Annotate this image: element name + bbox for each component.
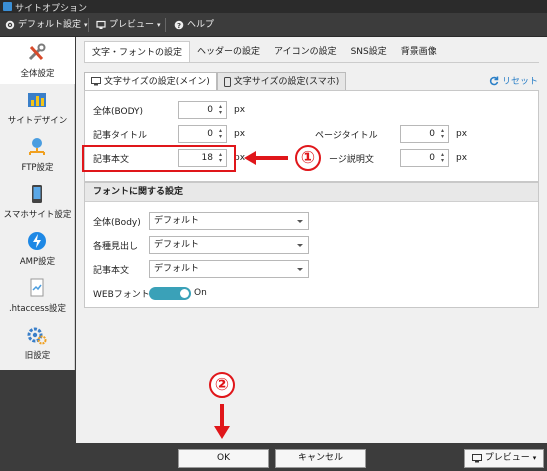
- web-font-label: WEBフォント: [93, 289, 150, 300]
- app-icon: [3, 2, 12, 11]
- sub-tab-bar: 文字サイズの設定(メイン) 文字サイズの設定(スマホ): [84, 72, 347, 91]
- body-size-label: 全体(BODY): [93, 106, 144, 117]
- sidebar-item-amp[interactable]: AMP設定: [0, 225, 75, 272]
- font-article-select[interactable]: デフォルト: [149, 260, 309, 278]
- refresh-icon: [489, 76, 499, 85]
- tab-bar: 文字・フォントの設定 ヘッダーの設定 アイコンの設定 SNS設定 背景画像: [84, 41, 444, 63]
- cancel-button[interactable]: キャンセル: [275, 449, 366, 468]
- monitor-icon: [471, 454, 482, 463]
- tab-background[interactable]: 背景画像: [394, 41, 444, 63]
- footer-preview-button[interactable]: プレビュー ▾: [464, 449, 544, 468]
- chevron-down-icon: ▾: [84, 21, 88, 29]
- chevron-down-icon: [297, 220, 303, 223]
- monitor-icon: [91, 77, 101, 86]
- font-settings-heading: フォントに関する設定: [85, 183, 538, 202]
- svg-text:?: ?: [177, 22, 181, 30]
- sub-tab-main[interactable]: 文字サイズの設定(メイン): [84, 72, 217, 91]
- article-title-size-label: 記事タイトル: [93, 130, 148, 141]
- sidebar-item-ftp[interactable]: FTP設定: [0, 131, 75, 178]
- toolbar: デフォルト設定 ▾ プレビュー ▾ ? ヘルプ: [0, 13, 547, 37]
- body-size-stepper[interactable]: 0 ▴ ▾: [178, 101, 227, 119]
- help-label: ヘルプ: [187, 20, 215, 30]
- sidebar-item-legacy[interactable]: 旧設定: [0, 319, 75, 366]
- tab-icon[interactable]: アイコンの設定: [267, 41, 344, 63]
- page-desc-size-label: ージ説明文: [329, 154, 374, 165]
- sub-tab-smartphone[interactable]: 文字サイズの設定(スマホ): [216, 72, 347, 91]
- preview-label: プレビュー: [109, 20, 155, 30]
- page-title-size-stepper[interactable]: 0 ▴ ▾: [400, 125, 449, 143]
- web-font-state: On: [194, 288, 207, 298]
- title-bar: サイトオプション: [0, 0, 547, 14]
- stepper-arrows-icon: ▴ ▾: [440, 151, 444, 164]
- reset-button[interactable]: リセット: [489, 74, 538, 87]
- gear-icon: [27, 327, 47, 345]
- network-icon: [29, 138, 45, 155]
- arrow-left-icon: [244, 151, 288, 165]
- default-settings-button[interactable]: デフォルト設定 ▾: [5, 17, 88, 33]
- sidebar-item-smartphone[interactable]: スマホサイト設定: [0, 178, 75, 225]
- tab-sns[interactable]: SNS設定: [344, 41, 394, 63]
- page-desc-size-stepper[interactable]: 0 ▴ ▾: [400, 149, 449, 167]
- font-headings-label: 各種見出し: [93, 241, 139, 252]
- page-title-size-label: ページタイトル: [315, 130, 378, 141]
- tab-header[interactable]: ヘッダーの設定: [190, 41, 267, 63]
- article-title-size-stepper[interactable]: 0 ▴ ▾: [178, 125, 227, 143]
- sidebar-item-htaccess[interactable]: .htaccess設定: [0, 272, 75, 319]
- step1-marker: ①: [295, 145, 321, 171]
- chevron-down-icon: ▾: [157, 21, 161, 29]
- footer-bar: OK キャンセル プレビュー ▾: [0, 443, 547, 471]
- chevron-down-icon: ▾: [532, 454, 537, 462]
- preview-button[interactable]: プレビュー ▾: [96, 17, 161, 33]
- bar-chart-icon: [28, 93, 46, 107]
- document-icon: [30, 278, 44, 297]
- font-article-label: 記事本文: [93, 265, 130, 276]
- amp-icon: [28, 232, 46, 250]
- smartphone-icon: [32, 185, 42, 203]
- settings-content: 文字・フォントの設定 ヘッダーの設定 アイコンの設定 SNS設定 背景画像 文字…: [76, 37, 547, 443]
- tools-icon: [28, 43, 46, 61]
- sidebar: 全体設定 サイトデザイン FTP設定 スマホサイト設定 AMP設定 .htacc…: [0, 37, 75, 370]
- chevron-down-icon: [297, 244, 303, 247]
- stepper-arrows-icon: ▴ ▾: [440, 127, 444, 140]
- ok-button[interactable]: OK: [178, 449, 269, 468]
- gear-icon: [5, 20, 15, 30]
- smartphone-icon: [223, 76, 231, 87]
- stepper-arrows-icon: ▴ ▾: [218, 103, 222, 116]
- font-settings-panel: フォントに関する設定 全体(Body) デフォルト 各種見出し デフォルト 記事…: [84, 182, 539, 308]
- arrow-down-icon: [214, 404, 230, 439]
- help-icon: ?: [174, 20, 184, 30]
- web-font-toggle[interactable]: [149, 287, 191, 300]
- default-settings-label: デフォルト設定: [18, 20, 82, 30]
- step2-marker: ②: [209, 372, 235, 398]
- tab-text-font[interactable]: 文字・フォントの設定: [84, 41, 191, 63]
- font-body-label: 全体(Body): [93, 217, 141, 228]
- sidebar-item-site-design[interactable]: サイトデザイン: [0, 84, 75, 131]
- sidebar-item-general[interactable]: 全体設定: [0, 37, 75, 84]
- stepper-arrows-icon: ▴ ▾: [218, 127, 222, 140]
- highlight-box: [82, 145, 236, 172]
- font-headings-select[interactable]: デフォルト: [149, 236, 309, 254]
- monitor-icon: [96, 20, 106, 29]
- chevron-down-icon: [297, 268, 303, 271]
- font-body-select[interactable]: デフォルト: [149, 212, 309, 230]
- help-button[interactable]: ? ヘルプ: [174, 17, 214, 33]
